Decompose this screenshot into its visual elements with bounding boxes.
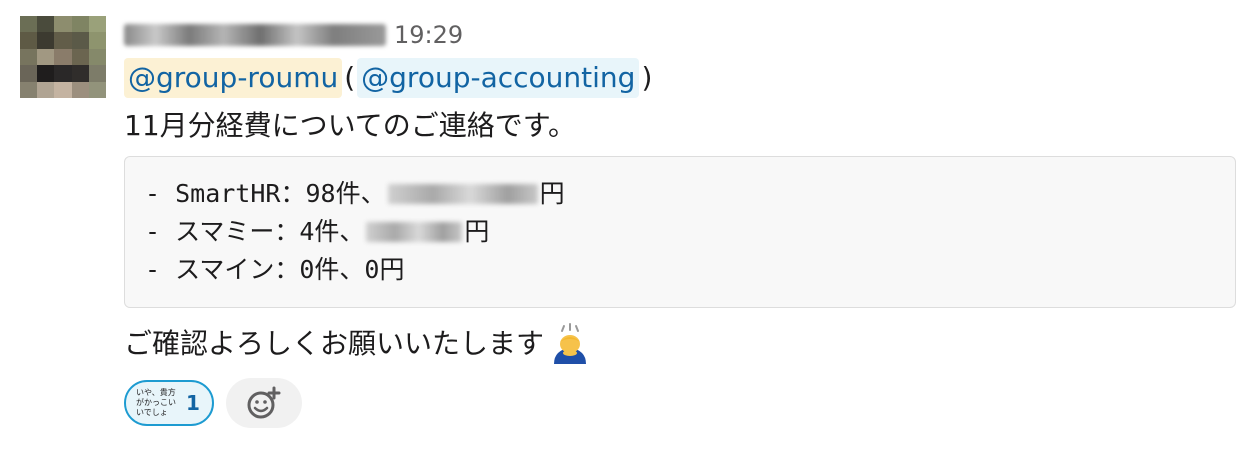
timestamp[interactable]: 19:29	[394, 21, 463, 49]
add-emoji-icon	[247, 386, 281, 419]
code-line-text: - SmartHR：98件、	[145, 179, 386, 208]
code-block: - SmartHR：98件、 円 - スマミー：4件、 円 - スマイン：0件、…	[124, 156, 1236, 308]
open-paren: (	[344, 61, 356, 94]
code-line: - SmartHR：98件、 円	[145, 175, 1215, 213]
mention-group-accounting[interactable]: @group-accounting	[357, 58, 640, 98]
code-line: - スマミー：4件、 円	[145, 213, 1215, 251]
close-paren: )	[641, 61, 653, 94]
code-line-text: - スマイン：0件、0円	[145, 255, 405, 284]
code-line-text: - スマミー：4件、	[145, 217, 365, 246]
avatar[interactable]	[20, 16, 106, 98]
sender-name-redacted[interactable]	[124, 24, 386, 46]
message-closing: ご確認よろしくお願いいたします	[124, 322, 1238, 366]
custom-text-emoji-icon: いや、貴方がかっこいいでしょ	[136, 388, 176, 417]
mention-group-roumu[interactable]: @group-roumu	[124, 58, 343, 98]
message-content: 19:29 @group-roumu ( @group-accounting )…	[124, 14, 1238, 428]
chat-message: 19:29 @group-roumu ( @group-accounting )…	[0, 0, 1252, 451]
message-header: 19:29	[124, 14, 1238, 56]
reactions-bar: いや、貴方がかっこいいでしょ 1	[124, 378, 1238, 428]
mention-row: @group-roumu ( @group-accounting )	[124, 58, 1238, 98]
reaction-pill[interactable]: いや、貴方がかっこいいでしょ 1	[124, 380, 214, 426]
add-reaction-button[interactable]	[225, 378, 302, 428]
closing-text: ご確認よろしくお願いいたします	[124, 327, 545, 360]
reaction-count: 1	[186, 391, 200, 415]
code-line: - スマイン：0件、0円	[145, 251, 1215, 289]
redacted-amount	[387, 184, 538, 204]
message-intro: 11月分経費についてのご連絡です。	[124, 109, 576, 142]
code-line-unit: 円	[464, 217, 490, 246]
code-line-unit: 円	[539, 179, 565, 208]
redacted-amount	[366, 222, 463, 242]
bowing-person-icon	[548, 322, 592, 366]
